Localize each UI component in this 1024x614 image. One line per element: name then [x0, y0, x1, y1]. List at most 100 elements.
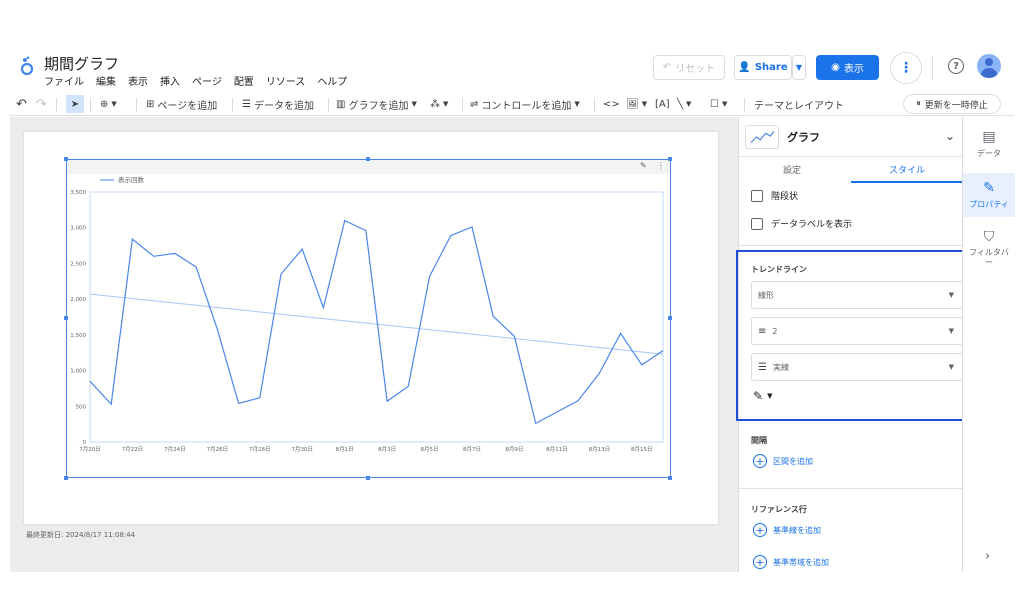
resize-handle[interactable] — [366, 157, 370, 161]
pencil-icon: ✎ — [983, 180, 995, 196]
data-labels-label: データラベルを表示 — [771, 220, 853, 230]
chart-type-selector[interactable]: グラフ ⌄ — [745, 123, 955, 151]
resize-handle[interactable] — [668, 476, 672, 480]
divider — [739, 245, 962, 246]
y-tick-label: 500 — [76, 404, 87, 410]
caret-down-icon: ▼ — [686, 100, 692, 108]
share-label: Share — [754, 62, 788, 73]
step-label: 階段状 — [771, 192, 799, 202]
toolbar-divider — [56, 98, 57, 112]
community-viz-button[interactable]: ⁂ ▼ — [430, 92, 448, 116]
rail-data-label: データ — [977, 149, 1001, 158]
control-icon: ⇌ — [470, 98, 479, 110]
time-series-chart-icon — [745, 125, 779, 149]
zoom-button[interactable]: ⊕ ▼ — [100, 92, 117, 116]
side-rail: ▤ データ ✎ プロパティ ⛉ フィルタバー › — [962, 117, 1015, 572]
menu-resource[interactable]: リソース — [266, 73, 306, 88]
undo-icon[interactable]: ↶ — [16, 92, 27, 116]
add-interval-button[interactable]: + 区間を追加 — [753, 454, 813, 468]
resize-handle[interactable] — [366, 476, 370, 480]
add-person-icon: 👤 — [738, 62, 751, 73]
x-tick-label: 8月5日 — [421, 446, 439, 453]
resize-handle[interactable] — [668, 157, 672, 161]
add-circle-icon: + — [753, 523, 767, 537]
menu-arrange[interactable]: 配置 — [234, 73, 254, 88]
menu-file[interactable]: ファイル — [44, 73, 84, 88]
theme-layout-button[interactable]: テーマとレイアウト — [754, 92, 844, 116]
header-divider — [932, 56, 933, 80]
add-reference-band-button[interactable]: + 基準帯域を追加 — [753, 555, 829, 569]
menu-edit[interactable]: 編集 — [96, 73, 116, 88]
edit-pencil-icon[interactable]: ✎ — [640, 161, 647, 170]
rail-properties-label: プロパティ — [969, 200, 1009, 209]
pause-update-button[interactable]: ⏸ 更新を一時停止 — [903, 94, 1001, 114]
y-tick-label: 1,000 — [70, 369, 86, 375]
rail-properties-tab[interactable]: ✎ プロパティ — [963, 173, 1015, 217]
menu-page[interactable]: ページ — [192, 73, 222, 88]
tab-setup[interactable]: 設定 — [783, 163, 801, 176]
view-button[interactable]: ◉ 表示 — [816, 55, 879, 80]
resize-handle[interactable] — [64, 157, 68, 161]
active-tab-indicator — [851, 181, 962, 183]
toolbar-divider — [90, 98, 91, 112]
zoom-icon: ⊕ — [100, 98, 109, 110]
redo-icon[interactable]: ↷ — [36, 92, 47, 116]
toolbar-divider — [744, 98, 745, 112]
help-icon[interactable]: ? — [948, 58, 964, 74]
select-pointer-icon[interactable]: ➤ — [66, 95, 84, 113]
add-page-button[interactable]: ⊞ ページを追加 — [146, 92, 217, 116]
line-button[interactable]: ╲ ▼ — [677, 92, 691, 116]
share-dropdown-button[interactable]: ▼ — [792, 55, 806, 80]
interval-section-label: 間隔 — [751, 436, 767, 445]
divider — [739, 488, 962, 489]
shape-button[interactable]: ☐ ▼ — [710, 92, 727, 116]
eye-icon: ◉ — [831, 62, 840, 73]
data-labels-checkbox[interactable]: データラベルを表示 — [751, 217, 852, 230]
toolbar-divider — [136, 98, 137, 112]
y-tick-label: 3,500 — [70, 190, 86, 196]
checkbox-box[interactable] — [751, 217, 763, 230]
add-reference-line-button[interactable]: + 基準線を追加 — [753, 523, 821, 537]
rail-data-tab[interactable]: ▤ データ — [963, 129, 1015, 159]
step-checkbox[interactable]: 階段状 — [751, 189, 798, 202]
image-button[interactable]: 🖼 ▼ — [626, 92, 647, 116]
add-reference-band-label: 基準帯域を追加 — [773, 557, 829, 567]
add-chart-button[interactable]: ▥ グラフを追加 ▼ — [336, 92, 417, 116]
tab-style[interactable]: スタイル — [889, 163, 925, 176]
looker-studio-logo-icon[interactable] — [19, 56, 35, 76]
add-data-button[interactable]: ☰ データを追加 — [242, 92, 314, 116]
x-tick-label: 7月28日 — [249, 446, 271, 453]
chevron-right-icon[interactable]: › — [985, 549, 990, 564]
share-button[interactable]: 👤 Share — [734, 55, 792, 80]
chart-component-header — [67, 160, 670, 174]
menu-view[interactable]: 表示 — [128, 73, 148, 88]
add-data-icon: ☰ — [242, 98, 251, 110]
text-box-icon[interactable]: [A] — [655, 92, 670, 116]
menu-insert[interactable]: 挿入 — [160, 73, 180, 88]
toolbar-divider — [232, 98, 233, 112]
rail-filter-bar-tab[interactable]: ⛉ フィルタバー — [963, 229, 1015, 267]
avatar[interactable] — [977, 54, 1001, 78]
reset-button[interactable]: ↶ リセット — [653, 55, 725, 80]
line-chart: 0 500 1,000 1,500 2,000 2,500 3,000 3,500 7月20日 7… — [70, 176, 664, 453]
x-tick-label: 7月22日 — [122, 446, 144, 453]
add-circle-icon: + — [753, 454, 767, 468]
add-reference-line-label: 基準線を追加 — [773, 525, 821, 535]
y-tick-label: 2,500 — [70, 261, 86, 267]
embed-code-icon[interactable]: <> — [603, 92, 620, 116]
add-control-button[interactable]: ⇌ コントロールを追加 ▼ — [470, 92, 580, 116]
reset-label: リセット — [675, 64, 716, 75]
menu-help[interactable]: ヘルプ — [317, 73, 347, 88]
more-options-icon[interactable]: ⋮ — [890, 52, 922, 84]
app-frame: 期間グラフ ファイル 編集 表示 挿入 ページ 配置 リソース ヘルプ ↶ リセ… — [10, 46, 1015, 572]
toolbar: ↶ ↷ ➤ ⊕ ▼ ⊞ ページを追加 ☰ データを追加 ▥ グラフを追加 ▼ ⁂ ▼ ⇌ コン… — [10, 92, 1014, 116]
x-tick-label: 8月11日 — [546, 446, 568, 453]
checkbox-box[interactable] — [751, 189, 763, 202]
report-title[interactable]: 期間グラフ — [44, 53, 119, 74]
x-tick-label: 8月15日 — [631, 446, 653, 453]
y-tick-label: 2,000 — [70, 297, 86, 303]
x-tick-label: 8月9日 — [505, 446, 523, 453]
x-tick-label: 8月7日 — [463, 446, 481, 453]
resize-handle[interactable] — [64, 476, 68, 480]
more-vert-icon[interactable]: ⋮ — [657, 161, 665, 170]
